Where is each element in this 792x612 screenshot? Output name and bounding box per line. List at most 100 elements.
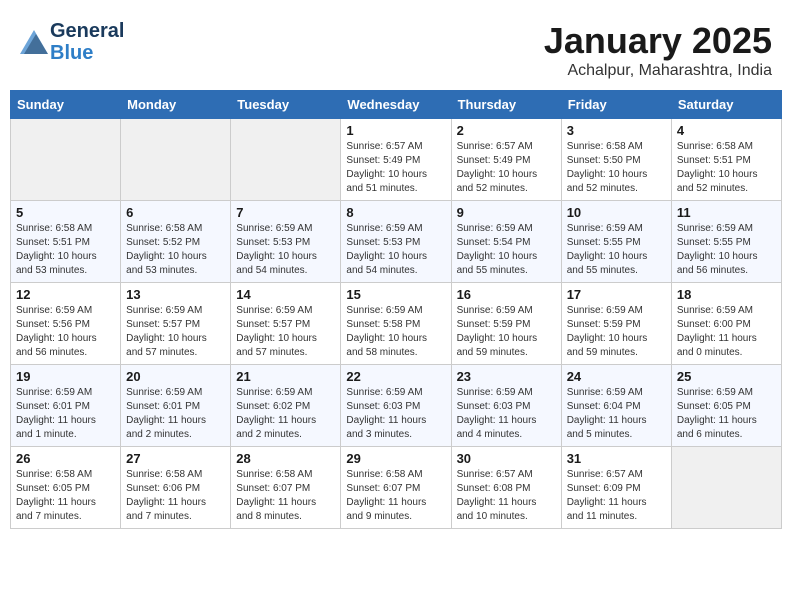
calendar-cell: 19Sunrise: 6:59 AMSunset: 6:01 PMDayligh… <box>11 365 121 447</box>
day-info: Sunrise: 6:59 AMSunset: 6:00 PMDaylight:… <box>677 304 776 360</box>
day-info: Sunrise: 6:59 AMSunset: 5:57 PMDaylight:… <box>236 304 335 360</box>
weekday-header-thursday: Thursday <box>451 91 561 119</box>
calendar-cell: 15Sunrise: 6:59 AMSunset: 5:58 PMDayligh… <box>341 283 451 365</box>
day-number: 19 <box>16 369 115 384</box>
calendar-cell: 25 Sunrise: 6:59 AMSunset: 6:05 PMDayligh… <box>671 365 781 447</box>
day-number: 25 <box>677 369 776 384</box>
day-number: 2 <box>457 123 556 138</box>
day-number: 3 <box>567 123 666 138</box>
day-info: Sunrise: 6:59 AMSunset: 5:55 PMDaylight:… <box>677 222 776 278</box>
calendar-cell <box>11 119 121 201</box>
calendar-cell: 26Sunrise: 6:58 AMSunset: 6:05 PMDayligh… <box>11 447 121 529</box>
day-number: 23 <box>457 369 556 384</box>
page-header: General Blue January 2025 Achalpur, Maha… <box>10 10 782 85</box>
calendar-cell: 23 Sunrise: 6:59 AMSunset: 6:03 PMDayligh… <box>451 365 561 447</box>
day-info: Sunrise: 6:59 AMSunset: 5:56 PMDaylight:… <box>16 304 115 360</box>
calendar-cell: 6Sunrise: 6:58 AMSunset: 5:52 PMDaylight… <box>121 201 231 283</box>
weekday-header-saturday: Saturday <box>671 91 781 119</box>
calendar-cell: 4Sunrise: 6:58 AMSunset: 5:51 PMDaylight… <box>671 119 781 201</box>
day-info: Sunrise: 6:58 AMSunset: 5:52 PMDaylight:… <box>126 222 225 278</box>
calendar-week-row: 26Sunrise: 6:58 AMSunset: 6:05 PMDayligh… <box>11 447 782 529</box>
calendar-cell <box>121 119 231 201</box>
calendar-week-row: 1 Sunrise: 6:57 AMSunset: 5:49 PMDaylight… <box>11 119 782 201</box>
calendar-cell <box>671 447 781 529</box>
calendar-cell: 24 Sunrise: 6:59 AMSunset: 6:04 PMDayligh… <box>561 365 671 447</box>
day-info: Sunrise: 6:58 AMSunset: 6:05 PMDaylight:… <box>16 468 115 524</box>
month-title: January 2025 <box>544 20 772 62</box>
calendar-cell: 21 Sunrise: 6:59 AMSunset: 6:02 PMDayligh… <box>231 365 341 447</box>
calendar-cell: 7 Sunrise: 6:59 AMSunset: 5:53 PMDaylight… <box>231 201 341 283</box>
day-info: Sunrise: 6:59 AMSunset: 5:57 PMDaylight:… <box>126 304 225 360</box>
day-number: 30 <box>457 451 556 466</box>
calendar-cell: 31Sunrise: 6:57 AMSunset: 6:09 PMDayligh… <box>561 447 671 529</box>
day-number: 27 <box>126 451 225 466</box>
calendar-cell: 2 Sunrise: 6:57 AMSunset: 5:49 PMDaylight… <box>451 119 561 201</box>
day-info: Sunrise: 6:59 AMSunset: 6:04 PMDaylight:… <box>567 386 666 442</box>
weekday-header-tuesday: Tuesday <box>231 91 341 119</box>
weekday-header-row: SundayMondayTuesdayWednesdayThursdayFrid… <box>11 91 782 119</box>
day-info: Sunrise: 6:59 AMSunset: 5:58 PMDaylight:… <box>346 304 445 360</box>
calendar-cell: 28 Sunrise: 6:58 AMSunset: 6:07 PMDayligh… <box>231 447 341 529</box>
day-number: 9 <box>457 205 556 220</box>
day-info: Sunrise: 6:57 AMSunset: 6:08 PMDaylight:… <box>457 468 556 524</box>
day-info: Sunrise: 6:58 AMSunset: 6:07 PMDaylight:… <box>236 468 335 524</box>
calendar-cell: 30 Sunrise: 6:57 AMSunset: 6:08 PMDayligh… <box>451 447 561 529</box>
calendar-cell: 13 Sunrise: 6:59 AMSunset: 5:57 PMDayligh… <box>121 283 231 365</box>
day-info: Sunrise: 6:58 AMSunset: 5:50 PMDaylight:… <box>567 140 666 196</box>
calendar-cell: 9 Sunrise: 6:59 AMSunset: 5:54 PMDaylight… <box>451 201 561 283</box>
day-number: 12 <box>16 287 115 302</box>
calendar-week-row: 5 Sunrise: 6:58 AMSunset: 5:51 PMDaylight… <box>11 201 782 283</box>
day-number: 5 <box>16 205 115 220</box>
day-info: Sunrise: 6:59 AMSunset: 5:53 PMDaylight:… <box>236 222 335 278</box>
day-number: 20 <box>126 369 225 384</box>
day-number: 18 <box>677 287 776 302</box>
calendar-week-row: 12 Sunrise: 6:59 AMSunset: 5:56 PMDayligh… <box>11 283 782 365</box>
weekday-header-wednesday: Wednesday <box>341 91 451 119</box>
calendar-table: SundayMondayTuesdayWednesdayThursdayFrid… <box>10 90 782 529</box>
calendar-cell: 20 Sunrise: 6:59 AMSunset: 6:01 PMDayligh… <box>121 365 231 447</box>
calendar-cell: 14 Sunrise: 6:59 AMSunset: 5:57 PMDayligh… <box>231 283 341 365</box>
day-number: 10 <box>567 205 666 220</box>
calendar-cell: 8Sunrise: 6:59 AMSunset: 5:53 PMDaylight… <box>341 201 451 283</box>
day-info: Sunrise: 6:59 AMSunset: 5:59 PMDaylight:… <box>457 304 556 360</box>
calendar-cell: 18 Sunrise: 6:59 AMSunset: 6:00 PMDayligh… <box>671 283 781 365</box>
weekday-header-friday: Friday <box>561 91 671 119</box>
day-number: 14 <box>236 287 335 302</box>
calendar-cell: 10Sunrise: 6:59 AMSunset: 5:55 PMDayligh… <box>561 201 671 283</box>
day-info: Sunrise: 6:58 AMSunset: 5:51 PMDaylight:… <box>16 222 115 278</box>
calendar-cell: 16Sunrise: 6:59 AMSunset: 5:59 PMDayligh… <box>451 283 561 365</box>
calendar-cell: 12 Sunrise: 6:59 AMSunset: 5:56 PMDayligh… <box>11 283 121 365</box>
day-number: 13 <box>126 287 225 302</box>
logo: General Blue <box>20 20 124 64</box>
day-number: 1 <box>346 123 445 138</box>
day-number: 21 <box>236 369 335 384</box>
logo-text: General Blue <box>50 20 124 64</box>
day-number: 4 <box>677 123 776 138</box>
day-number: 7 <box>236 205 335 220</box>
day-number: 22 <box>346 369 445 384</box>
day-info: Sunrise: 6:58 AMSunset: 6:06 PMDaylight:… <box>126 468 225 524</box>
day-number: 11 <box>677 205 776 220</box>
day-number: 28 <box>236 451 335 466</box>
day-info: Sunrise: 6:59 AMSunset: 5:59 PMDaylight:… <box>567 304 666 360</box>
weekday-header-sunday: Sunday <box>11 91 121 119</box>
calendar-cell: 11 Sunrise: 6:59 AMSunset: 5:55 PMDayligh… <box>671 201 781 283</box>
calendar-cell: 29Sunrise: 6:58 AMSunset: 6:07 PMDayligh… <box>341 447 451 529</box>
day-info: Sunrise: 6:59 AMSunset: 6:03 PMDaylight:… <box>346 386 445 442</box>
calendar-week-row: 19 Sunrise: 6:59 AMSunset: 6:01 PMDayligh… <box>11 365 782 447</box>
calendar-cell: 17Sunrise: 6:59 AMSunset: 5:59 PMDayligh… <box>561 283 671 365</box>
day-info: Sunrise: 6:57 AMSunset: 5:49 PMDaylight:… <box>457 140 556 196</box>
calendar-cell: 3 Sunrise: 6:58 AMSunset: 5:50 PMDaylight… <box>561 119 671 201</box>
day-info: Sunrise: 6:59 AMSunset: 6:01 PMDaylight:… <box>126 386 225 442</box>
day-info: Sunrise: 6:59 AMSunset: 5:53 PMDaylight:… <box>346 222 445 278</box>
day-info: Sunrise: 6:59 AMSunset: 6:05 PMDaylight:… <box>677 386 776 442</box>
calendar-cell: 27 Sunrise: 6:58 AMSunset: 6:06 PMDayligh… <box>121 447 231 529</box>
day-info: Sunrise: 6:58 AMSunset: 6:07 PMDaylight:… <box>346 468 445 524</box>
day-number: 24 <box>567 369 666 384</box>
day-info: Sunrise: 6:59 AMSunset: 6:02 PMDaylight:… <box>236 386 335 442</box>
calendar-cell: 1Sunrise: 6:57 AMSunset: 5:49 PMDaylight… <box>341 119 451 201</box>
calendar-cell: 22 Sunrise: 6:59 AMSunset: 6:03 PMDayligh… <box>341 365 451 447</box>
day-info: Sunrise: 6:59 AMSunset: 6:03 PMDaylight:… <box>457 386 556 442</box>
day-info: Sunrise: 6:59 AMSunset: 5:54 PMDaylight:… <box>457 222 556 278</box>
weekday-header-monday: Monday <box>121 91 231 119</box>
